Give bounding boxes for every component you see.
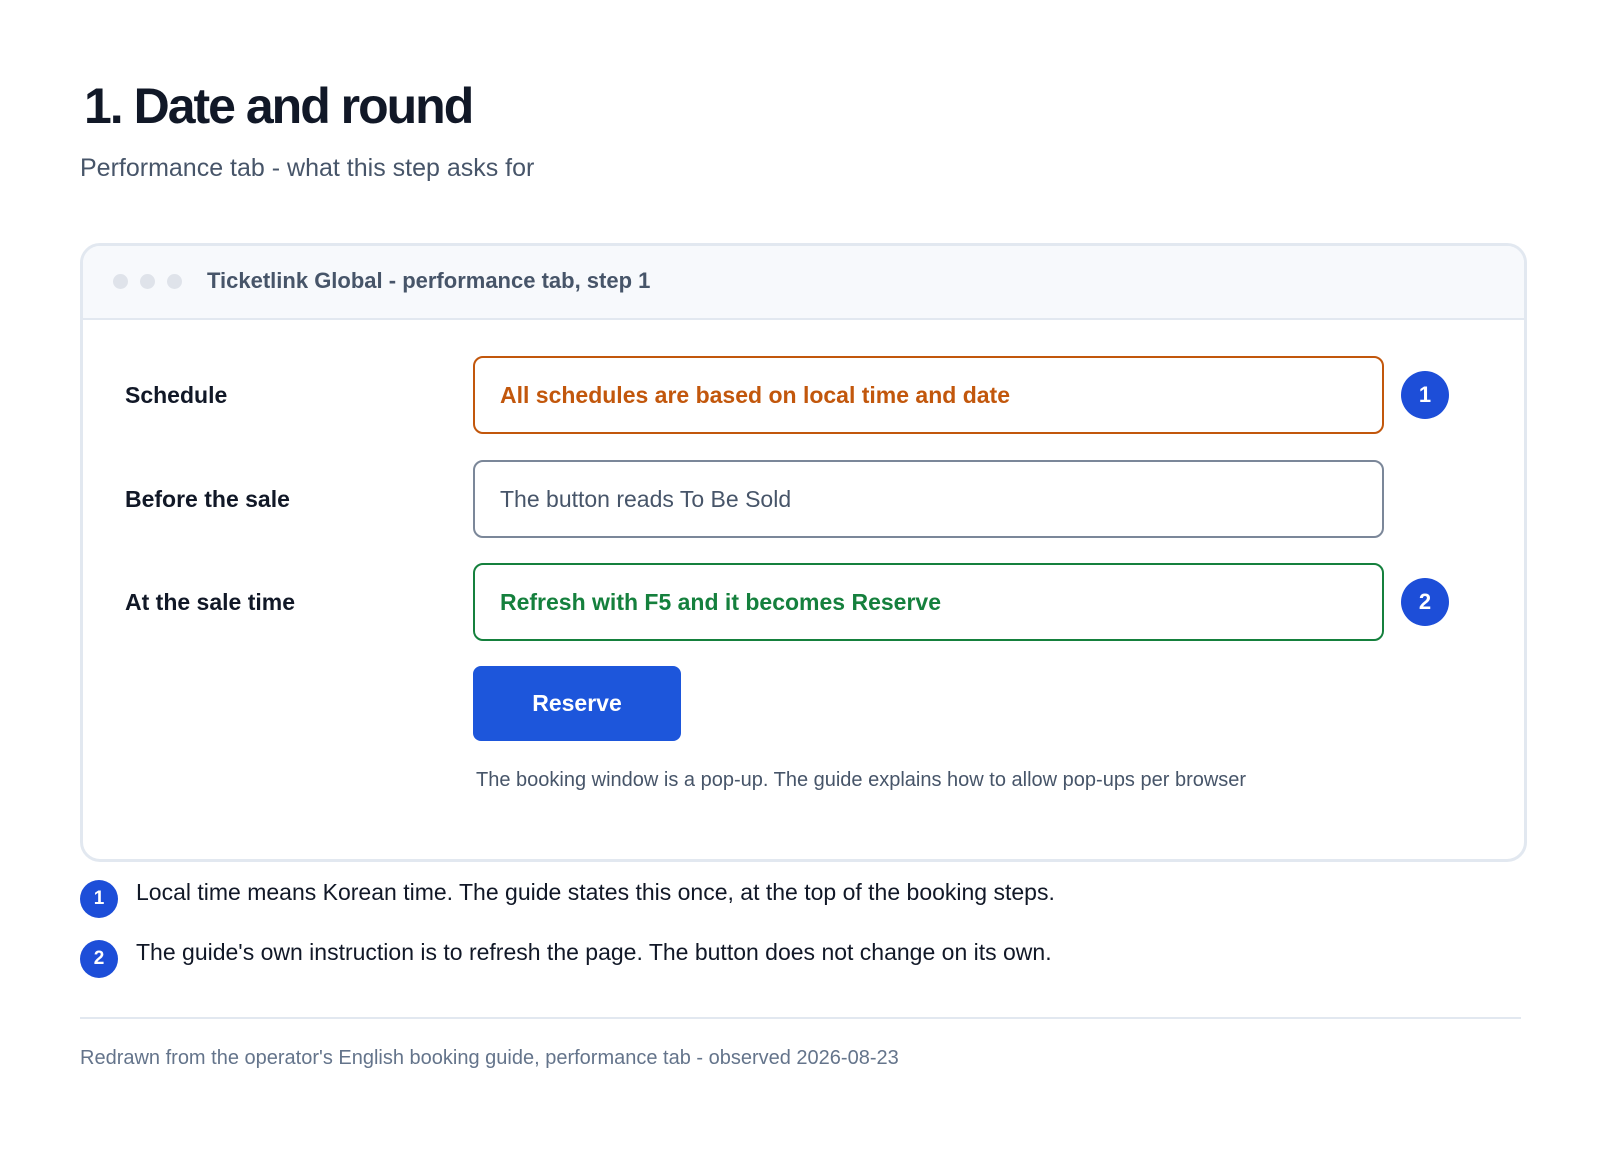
window-dot-icon: [113, 274, 128, 289]
browser-window-mockup: Ticketlink Global - performance tab, ste…: [80, 243, 1527, 862]
callout-marker-2: 2: [1401, 578, 1449, 626]
schedule-field: All schedules are based on local time an…: [473, 356, 1384, 434]
row-schedule: Schedule All schedules are based on loca…: [83, 356, 1524, 434]
window-dot-icon: [167, 274, 182, 289]
row-label: Schedule: [125, 382, 228, 408]
divider: [80, 1017, 1521, 1019]
footnote-marker-2: 2: [80, 940, 118, 978]
window-dot-icon: [140, 274, 155, 289]
footnote-text: The guide's own instruction is to refres…: [136, 939, 1052, 965]
field-value: The button reads To Be Sold: [500, 486, 792, 512]
row-label: At the sale time: [125, 589, 295, 615]
reserve-button[interactable]: Reserve: [473, 666, 681, 741]
field-value: All schedules are based on local time an…: [500, 382, 1010, 408]
popup-note: The booking window is a pop-up. The guid…: [476, 769, 1247, 791]
callout-marker-1: 1: [1401, 371, 1449, 419]
window-titlebar: Ticketlink Global - performance tab, ste…: [83, 246, 1524, 320]
window-title: Ticketlink Global - performance tab, ste…: [207, 268, 651, 293]
row-label: Before the sale: [125, 486, 290, 512]
footnote-text: Local time means Korean time. The guide …: [136, 879, 1055, 905]
row-before-sale: Before the sale The button reads To Be S…: [83, 460, 1524, 538]
row-sale-time: At the sale time Refresh with F5 and it …: [83, 563, 1524, 641]
page-subtitle: Performance tab - what this step asks fo…: [80, 154, 535, 182]
page-title: 1. Date and round: [84, 78, 474, 134]
field-value: Refresh with F5 and it becomes Reserve: [500, 589, 941, 615]
before-sale-field: The button reads To Be Sold: [473, 460, 1384, 538]
footnote-marker-1: 1: [80, 880, 118, 918]
source-footer: Redrawn from the operator's English book…: [80, 1047, 899, 1069]
sale-time-field: Refresh with F5 and it becomes Reserve: [473, 563, 1384, 641]
